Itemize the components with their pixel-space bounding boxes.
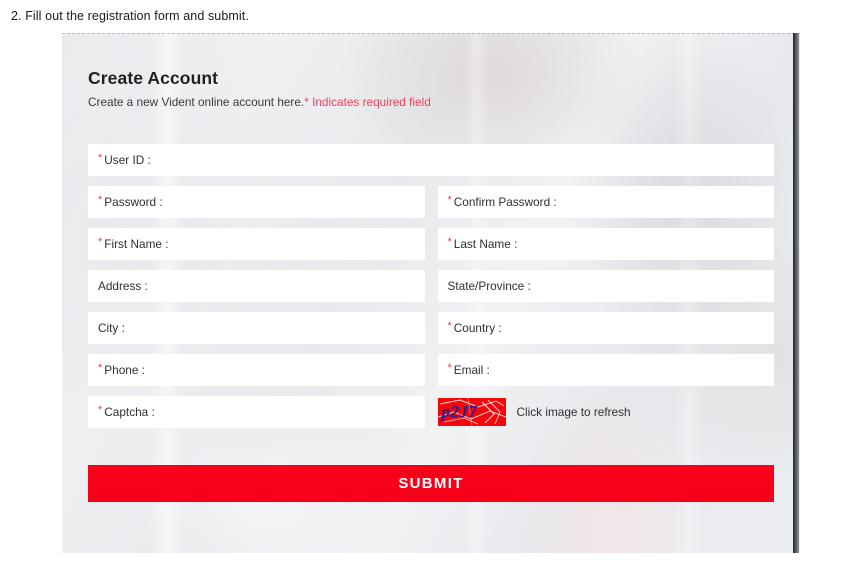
required-asterisk: * (98, 403, 103, 416)
field-label: Password : (104, 195, 163, 209)
field-label: User ID : (104, 153, 151, 167)
field-label: Country : (453, 321, 502, 335)
field-label: Email : (453, 363, 490, 377)
required-asterisk: * (447, 235, 452, 248)
screenshot-frame: Create Account Create a new Vident onlin… (62, 33, 800, 553)
field-city[interactable]: City : (88, 312, 425, 344)
registration-form: Create Account Create a new Vident onlin… (62, 33, 800, 553)
field-phone[interactable]: * Phone : (88, 354, 425, 386)
form-row: * Password : * Confirm Password : (88, 186, 774, 218)
required-asterisk: * (447, 319, 452, 332)
required-asterisk: * (447, 361, 452, 374)
field-password[interactable]: * Password : (88, 186, 425, 218)
field-captcha[interactable]: * Captcha : (88, 396, 425, 428)
captcha-image[interactable]: p2J7 (437, 398, 506, 426)
page-title: Create Account (88, 68, 219, 88)
required-asterisk: * (447, 193, 452, 206)
field-user-id[interactable]: * User ID : (88, 144, 774, 176)
screenshot-page-edge (794, 33, 799, 553)
field-label: First Name : (104, 237, 169, 251)
field-country[interactable]: * Country : (437, 312, 774, 344)
field-last-name[interactable]: * Last Name : (437, 228, 774, 260)
required-asterisk: * (98, 151, 103, 164)
form-row: * Captcha : p2J7 Click image to refresh (88, 396, 774, 428)
field-email[interactable]: * Email : (437, 354, 774, 386)
required-asterisk: * (98, 193, 103, 206)
required-field-note: * Indicates required field (304, 95, 431, 109)
form-row: Address : State/Province : (88, 270, 774, 302)
form-subtitle-text: Create a new Vident online account here. (88, 95, 305, 109)
form-row: City : * Country : (88, 312, 774, 344)
field-address[interactable]: Address : (88, 270, 425, 302)
field-label: Phone : (104, 363, 145, 377)
field-label: Last Name : (453, 237, 518, 251)
captcha-group: p2J7 Click image to refresh (437, 396, 775, 428)
form-subtitle: Create a new Vident online account here.… (88, 95, 431, 109)
field-label: City : (98, 321, 125, 335)
form-row: * Phone : * Email : (88, 354, 774, 386)
field-state-province[interactable]: State/Province : (437, 270, 774, 302)
step-instruction: 2. Fill out the registration form and su… (11, 9, 249, 23)
field-label: Confirm Password : (453, 195, 557, 209)
form-row: * First Name : * Last Name : (88, 228, 774, 260)
required-asterisk: * (98, 235, 103, 248)
captcha-refresh-hint: Click image to refresh (516, 405, 631, 419)
submit-button[interactable]: SUBMIT (88, 465, 774, 502)
field-first-name[interactable]: * First Name : (88, 228, 425, 260)
field-label: Captcha : (104, 405, 155, 419)
form-row: * User ID : (88, 144, 774, 176)
captcha-code-text: p2J7 (441, 402, 478, 421)
field-label: Address : (98, 279, 148, 293)
field-confirm-password[interactable]: * Confirm Password : (437, 186, 774, 218)
required-asterisk: * (98, 361, 103, 374)
field-label: State/Province : (447, 279, 531, 293)
form-rows: * User ID : * Password : * Confirm Passw… (88, 144, 774, 438)
